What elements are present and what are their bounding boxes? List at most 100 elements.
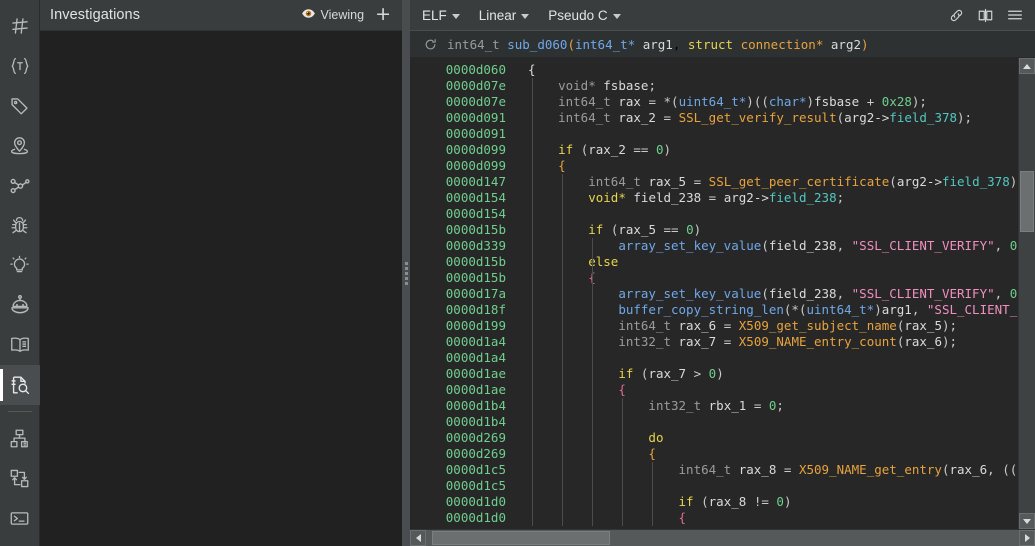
menu-icon[interactable] [1006,6,1024,24]
hash-icon[interactable] [0,6,40,46]
code-address[interactable]: 0000d07e [410,78,514,94]
code-address[interactable]: 0000d15b [410,222,514,238]
code-text[interactable]: if (rax_8 != 0) [514,494,1018,510]
code-line[interactable]: 0000d07e int64_t rax = *(uint64_t*)((cha… [410,94,1018,110]
code-text[interactable]: array_set_key_value(field_238, "SSL_CLIE… [514,238,1018,254]
code-address[interactable]: 0000d1b4 [410,398,514,414]
search-document-icon[interactable] [0,365,40,406]
graph-nodes-icon[interactable] [0,166,40,206]
vertical-scroll-thumb[interactable] [1020,170,1034,233]
code-line[interactable]: 0000d060{ [410,62,1018,78]
panel-splitter[interactable] [402,0,410,546]
code-text[interactable]: array_set_key_value(field_238, "SSL_CLIE… [514,286,1018,302]
function-signature-bar[interactable]: int64_t sub_d060(int64_t* arg1, struct c… [410,30,1035,58]
code-address[interactable]: 0000d091 [410,126,514,142]
code-line[interactable]: 0000d269 { [410,446,1018,462]
bug-icon[interactable] [0,206,40,246]
horizontal-scroll-thumb[interactable] [431,531,610,545]
code-text[interactable]: if (rax_5 == 0) [514,222,1018,238]
add-investigation-button[interactable]: + [372,4,394,26]
code-address[interactable]: 0000d15b [410,270,514,286]
code-text[interactable]: { [514,446,1018,462]
code-address[interactable]: 0000d154 [410,206,514,222]
scroll-left-button[interactable] [410,530,426,546]
code-address[interactable]: 0000d339 [410,238,514,254]
book-icon[interactable] [0,325,40,365]
code-address[interactable]: 0000d1a4 [410,334,514,350]
code-address[interactable]: 0000d1ae [410,382,514,398]
code-text[interactable]: int64_t rax = *(uint64_t*)((char*)fsbase… [514,94,1018,110]
code-line[interactable]: 0000d091 int64_t rax_2 = SSL_get_verify_… [410,110,1018,126]
view-mode-selector[interactable]: Linear [479,6,541,25]
code-line[interactable]: 0000d1c5 [410,478,1018,494]
code-scroll-viewport[interactable]: 0000d060{0000d07e void* fsbase; 0000d07e … [410,58,1018,529]
code-text[interactable]: else [514,254,1018,270]
code-line[interactable]: 0000d1c5 int64_t rax_8 = X509_NAME_get_e… [410,462,1018,478]
code-text[interactable]: if (rax_2 == 0) [514,142,1018,158]
code-address[interactable]: 0000d1b4 [410,414,514,430]
code-address[interactable]: 0000d17a [410,286,514,302]
code-text[interactable]: void* fsbase; [514,78,1018,94]
code-text[interactable]: buffer_copy_string_len(*(uint64_t*)arg1,… [514,302,1018,318]
code-text[interactable]: { [514,382,1018,398]
code-line[interactable]: 0000d07e void* fsbase; [410,78,1018,94]
code-line[interactable]: 0000d18f buffer_copy_string_len(*(uint64… [410,302,1018,318]
code-line[interactable]: 0000d1ae { [410,382,1018,398]
robot-icon[interactable] [0,285,40,325]
code-text[interactable] [514,350,1018,366]
code-line[interactable]: 0000d15b else [410,254,1018,270]
code-line[interactable]: 0000d1b4 int32_t rbx_1 = 0; [410,398,1018,414]
vertical-scroll-track[interactable] [1019,74,1035,513]
code-address[interactable]: 0000d15b [410,254,514,270]
code-address[interactable]: 0000d091 [410,110,514,126]
format-selector[interactable]: ELF [422,6,471,25]
code-text[interactable]: do [514,430,1018,446]
vertical-scrollbar[interactable] [1018,58,1035,529]
code-line[interactable]: 0000d339 array_set_key_value(field_238, … [410,238,1018,254]
code-line[interactable]: 0000d099 if (rax_2 == 0) [410,142,1018,158]
scroll-up-button[interactable] [1019,58,1035,74]
scroll-down-button[interactable] [1019,513,1035,529]
scroll-right-button[interactable] [1019,530,1035,546]
code-text[interactable]: { [514,270,1018,286]
code-address[interactable]: 0000d1a4 [410,350,514,366]
types-icon[interactable] [0,46,40,86]
horizontal-scrollbar[interactable] [410,529,1035,546]
code-address[interactable]: 0000d060 [410,62,514,78]
code-text[interactable] [514,126,1018,142]
investigations-content[interactable] [40,30,402,546]
code-line[interactable]: 0000d269 do [410,430,1018,446]
split-pane-icon[interactable] [977,7,994,24]
code-address[interactable]: 0000d1ae [410,366,514,382]
location-pin-icon[interactable] [0,126,40,166]
code-text[interactable]: { [514,510,1018,526]
code-line[interactable]: 0000d091 [410,126,1018,142]
code-text[interactable] [514,414,1018,430]
code-text[interactable]: int64_t rax_5 = SSL_get_peer_certificate… [514,174,1018,190]
code-address[interactable]: 0000d147 [410,174,514,190]
code-text[interactable]: int32_t rbx_1 = 0; [514,398,1018,414]
code-line[interactable]: 0000d15b if (rax_5 == 0) [410,222,1018,238]
code-address[interactable]: 0000d1d0 [410,494,514,510]
code-text[interactable]: { [514,62,1018,78]
code-address[interactable]: 0000d1c5 [410,478,514,494]
code-text[interactable] [514,478,1018,494]
code-line[interactable]: 0000d154 void* field_238 = arg2->field_2… [410,190,1018,206]
tag-icon[interactable] [0,86,40,126]
code-text[interactable]: if (rax_7 > 0) [514,366,1018,382]
viewing-status[interactable]: Viewing [301,6,364,24]
code-address[interactable]: 0000d1c5 [410,462,514,478]
code-line[interactable]: 0000d1d0 if (rax_8 != 0) [410,494,1018,510]
code-address[interactable]: 0000d18f [410,302,514,318]
hierarchy-icon[interactable] [0,418,40,458]
code-line[interactable]: 0000d1a4 int32_t rax_7 = X509_NAME_entry… [410,334,1018,350]
code-line[interactable]: 0000d099 { [410,158,1018,174]
code-text[interactable]: int64_t rax_2 = SSL_get_verify_result(ar… [514,110,1018,126]
code-address[interactable]: 0000d099 [410,158,514,174]
code-line[interactable]: 0000d1a4 [410,350,1018,366]
code-text[interactable]: { [514,158,1018,174]
terminal-icon[interactable] [0,498,40,538]
horizontal-scroll-track[interactable] [426,530,1019,546]
lightbulb-icon[interactable] [0,246,40,286]
refresh-icon[interactable] [424,38,437,51]
